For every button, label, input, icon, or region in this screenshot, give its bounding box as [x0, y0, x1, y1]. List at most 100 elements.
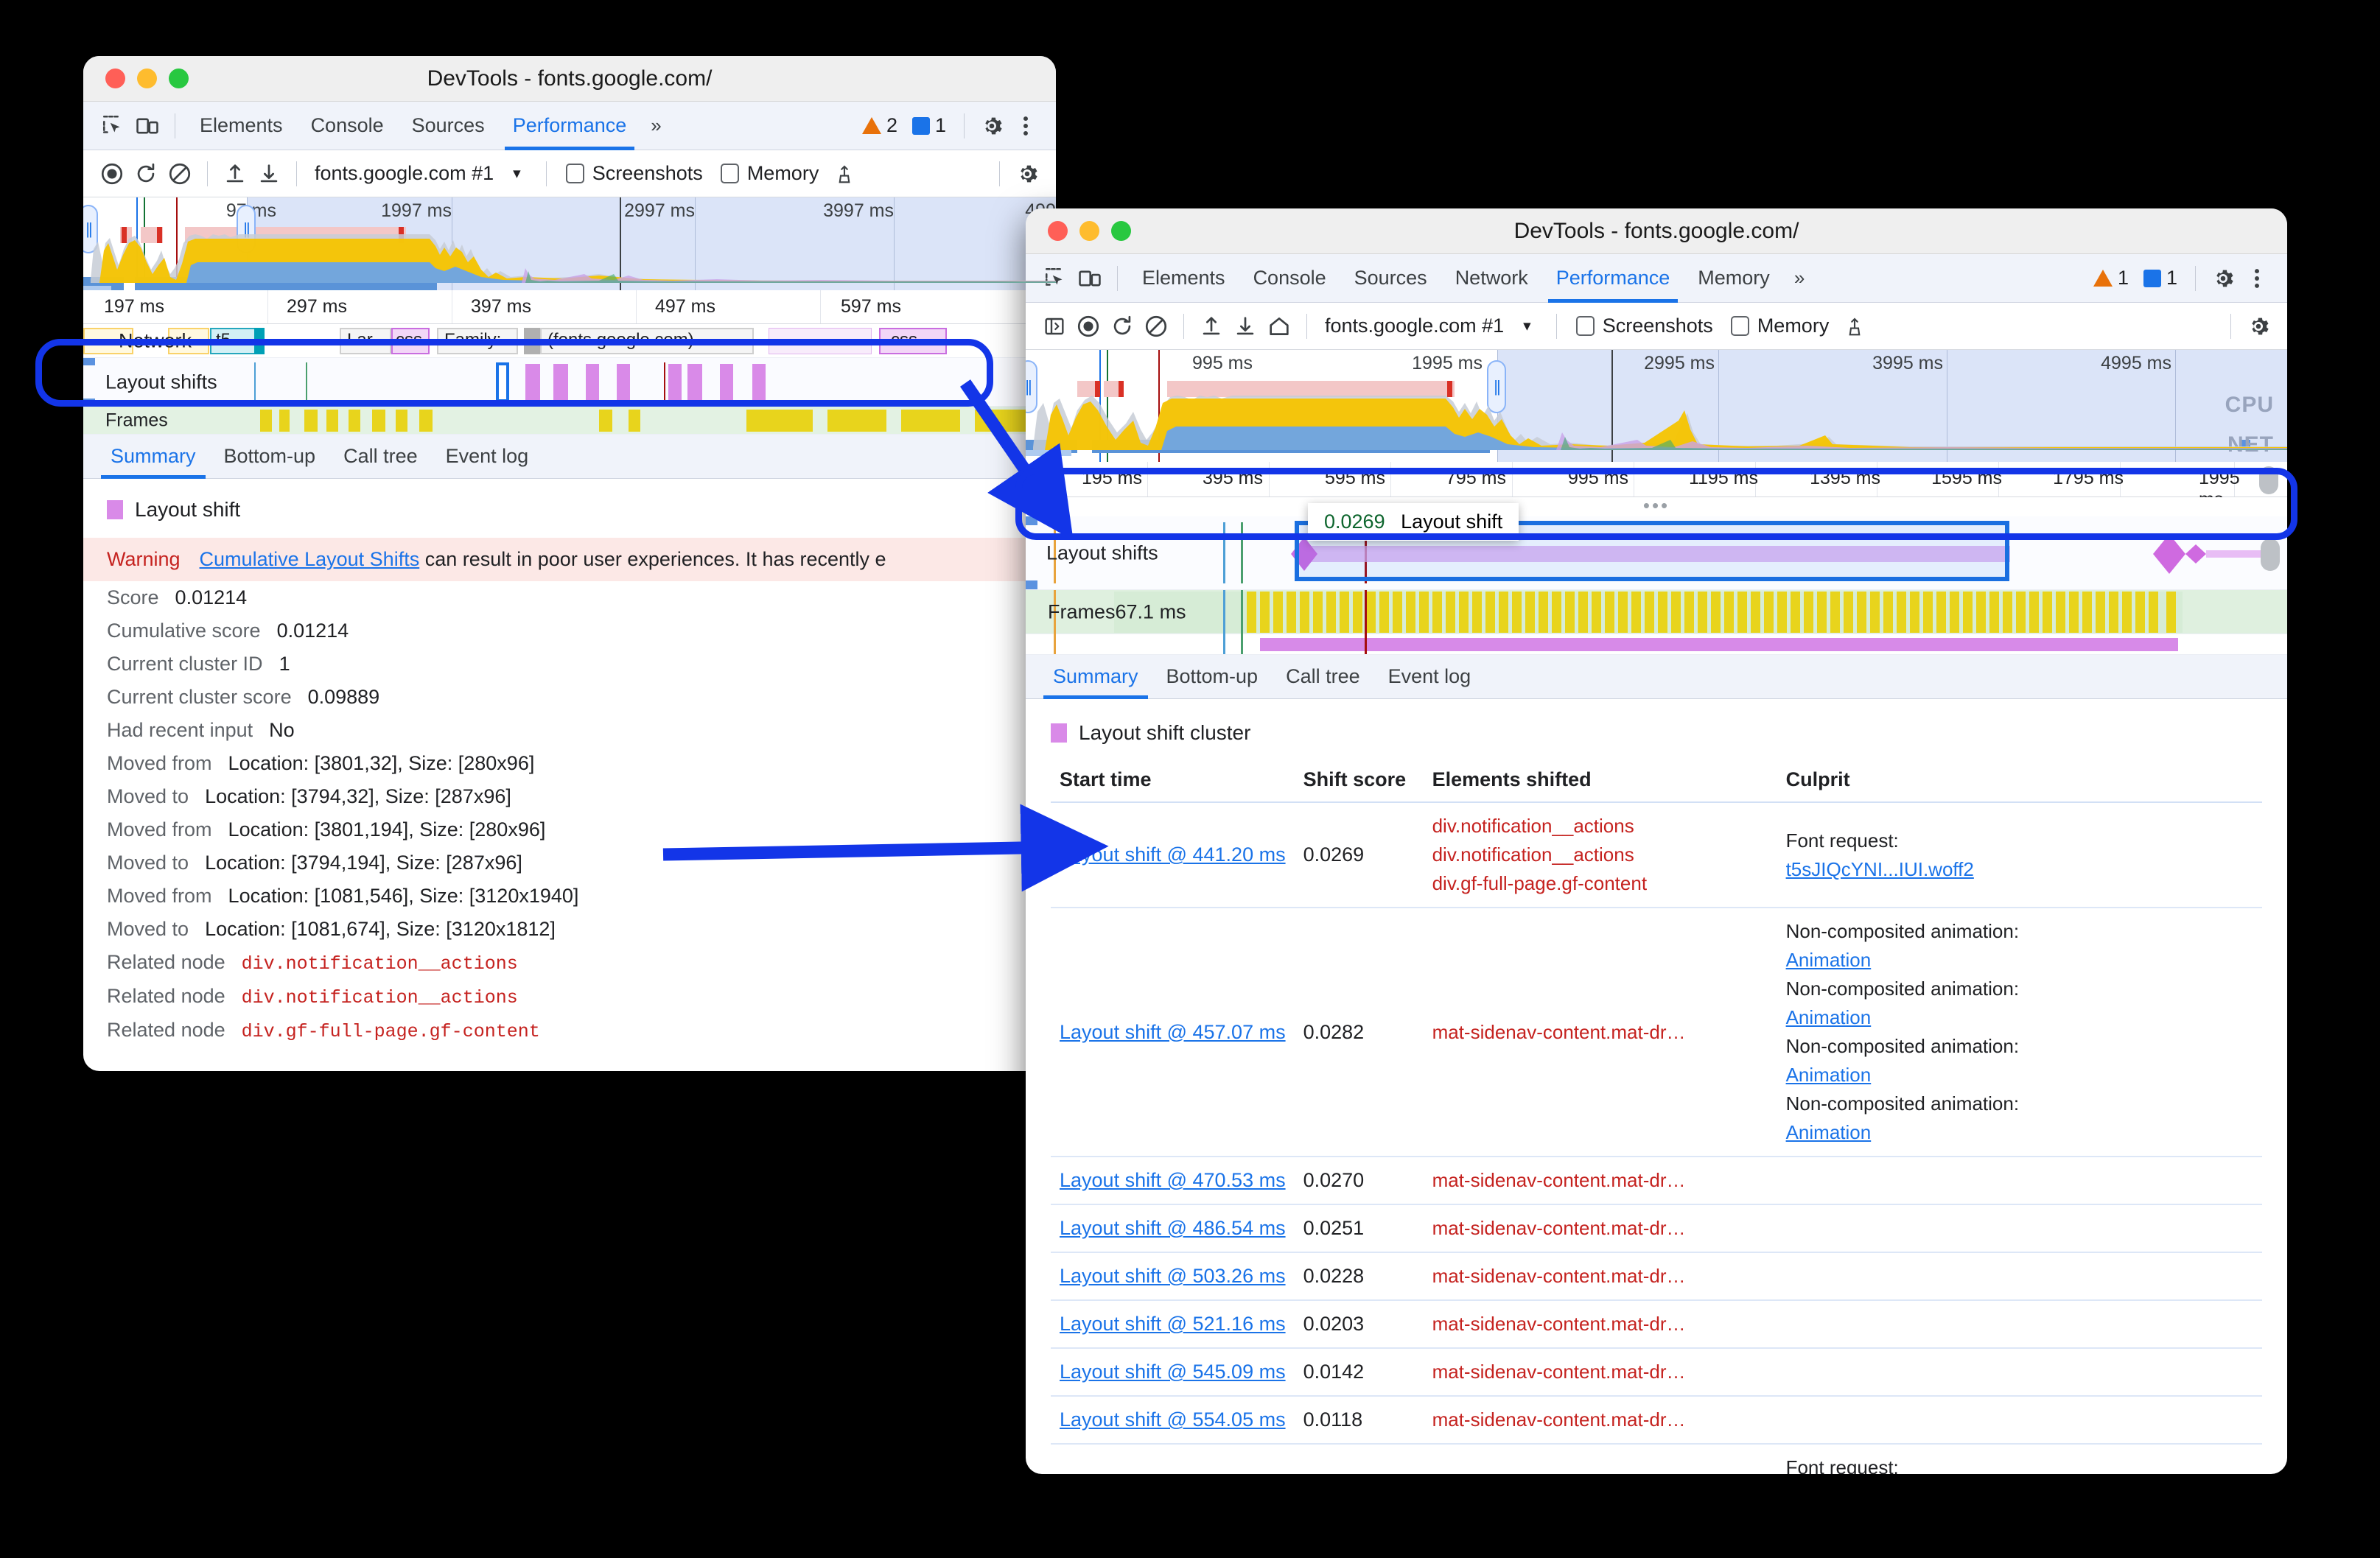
overview-right-handle[interactable]: ||	[1487, 360, 1506, 413]
layout-shift-link[interactable]: Layout shift @ 545.09 ms	[1060, 1361, 1286, 1383]
tab-memory[interactable]: Memory	[1684, 254, 1784, 303]
layout-shift-link[interactable]: Layout shift @ 470.53 ms	[1060, 1169, 1286, 1191]
chevron-down-icon[interactable]: ▾	[1511, 317, 1546, 335]
tab-performance[interactable]: Performance	[1542, 254, 1684, 303]
tab-summary[interactable]: Summary	[97, 435, 210, 479]
layout-shift-bar[interactable]	[668, 364, 682, 401]
layout-shift-bar[interactable]	[525, 364, 540, 401]
table-row[interactable]: Layout shift @ 570.53 ms 0.0083 mat-sidena…	[1051, 1444, 2262, 1474]
screenshots-checkbox[interactable]: Screenshots	[557, 162, 712, 185]
minimize-window-button[interactable]	[1079, 221, 1099, 241]
culprit-animation-link[interactable]: Animation	[1786, 1121, 1872, 1143]
info-badge[interactable]: 1	[905, 114, 953, 137]
shifted-element[interactable]: mat-sidenav-content.mat-dr…	[1432, 1214, 1768, 1243]
left-layout-shifts-track[interactable]: Layout shifts	[83, 358, 1056, 407]
reload-and-record-icon[interactable]	[1105, 309, 1139, 343]
memory-checkbox[interactable]: Memory	[1722, 315, 1838, 337]
device-toolbar-icon[interactable]	[1073, 262, 1107, 295]
more-options-kebab-icon[interactable]	[1009, 109, 1043, 143]
table-row[interactable]: Layout shift @ 521.16 ms 0.0203 mat-sidena…	[1051, 1300, 2262, 1349]
record-icon[interactable]	[1071, 309, 1105, 343]
tab-console[interactable]: Console	[297, 102, 398, 150]
tab-call-tree[interactable]: Call tree	[1272, 655, 1374, 699]
layout-shift-link[interactable]: Layout shift @ 570.53 ms	[1060, 1471, 1286, 1475]
more-options-kebab-icon[interactable]	[2240, 262, 2274, 295]
chevron-down-icon[interactable]: ▾	[501, 164, 536, 183]
shifted-element[interactable]: div.notification__actions	[1432, 812, 1768, 841]
more-tabs-icon[interactable]: »	[640, 114, 670, 137]
tab-event-log[interactable]: Event log	[432, 435, 543, 479]
right-extra-track[interactable]	[1026, 634, 2287, 655]
layout-shift-bar[interactable]	[687, 364, 702, 401]
overview-left-handle[interactable]: ||	[1026, 360, 1037, 413]
tab-network[interactable]: Network	[1441, 254, 1542, 303]
table-row[interactable]: Layout shift @ 441.20 ms 0.0269 div.notifi…	[1051, 802, 2262, 908]
right-frames-track[interactable]: Frames67.1 ms	[1026, 590, 2287, 634]
culprit-font-link[interactable]: t5sJIQcYNI...IUI.woff2	[1786, 858, 1974, 880]
tab-summary[interactable]: Summary	[1039, 655, 1152, 699]
shifted-element[interactable]: mat-sidenav-content.mat-dr…	[1432, 1018, 1768, 1047]
home-icon[interactable]	[1262, 309, 1296, 343]
track-resizer[interactable]: •••	[1026, 494, 2287, 516]
tab-bottom-up[interactable]: Bottom-up	[1152, 655, 1273, 699]
settings-gear-icon[interactable]	[975, 109, 1009, 143]
reload-and-record-icon[interactable]	[129, 157, 163, 191]
right-layout-shifts-track[interactable]: Layout shifts	[1026, 516, 2287, 590]
collect-garbage-icon[interactable]	[1838, 309, 1872, 343]
minimize-window-button[interactable]	[137, 69, 157, 88]
timeline-scroll-knob[interactable]	[2259, 466, 2278, 494]
collect-garbage-icon[interactable]	[827, 157, 861, 191]
layout-shift-bar[interactable]	[553, 364, 568, 401]
tab-console[interactable]: Console	[1239, 254, 1340, 303]
layout-shift-link[interactable]: Layout shift @ 457.07 ms	[1060, 1021, 1286, 1043]
cumulative-layout-shifts-link[interactable]: Cumulative Layout Shifts	[200, 548, 420, 570]
more-tabs-icon[interactable]: »	[1784, 267, 1813, 290]
detail-row-node-value[interactable]: div.gf-full-page.gf-content	[242, 1021, 540, 1042]
maximize-window-button[interactable]	[169, 69, 189, 88]
left-frames-track[interactable]: Frames	[83, 407, 1056, 435]
detail-row-node-value[interactable]: div.notification__actions	[242, 987, 518, 1008]
layout-shift-link[interactable]: Layout shift @ 554.05 ms	[1060, 1408, 1286, 1431]
info-badge[interactable]: 1	[2136, 267, 2185, 290]
clear-icon[interactable]	[163, 157, 197, 191]
settings-gear-icon[interactable]	[2206, 262, 2240, 295]
layout-shift-bar[interactable]	[752, 364, 766, 401]
table-row[interactable]: Layout shift @ 486.54 ms 0.0251 mat-sidena…	[1051, 1204, 2262, 1253]
record-icon[interactable]	[95, 157, 129, 191]
right-timeline-overview[interactable]: 995 ms 1995 ms 2995 ms 3995 ms 4995 ms C…	[1026, 350, 2287, 462]
layout-shift-link[interactable]: Layout shift @ 486.54 ms	[1060, 1217, 1286, 1239]
table-row[interactable]: Layout shift @ 470.53 ms 0.0270 mat-sidena…	[1051, 1157, 2262, 1205]
tab-elements[interactable]: Elements	[186, 102, 297, 150]
table-row[interactable]: Layout shift @ 503.26 ms 0.0228 mat-sidena…	[1051, 1252, 2262, 1301]
upload-profile-icon[interactable]	[218, 157, 252, 191]
table-row[interactable]: Layout shift @ 457.07 ms 0.0282 mat-sidena…	[1051, 908, 2262, 1157]
shifted-element[interactable]: mat-sidenav-content.mat-dr…	[1432, 1468, 1768, 1475]
toggle-sidebar-icon[interactable]	[1037, 309, 1071, 343]
close-window-button[interactable]	[1048, 221, 1068, 241]
recording-selector-label[interactable]: fonts.google.com #1	[307, 162, 501, 185]
left-timeline-overview[interactable]: 97 ms 1997 ms 2997 ms 3997 ms 499 || ||	[83, 197, 1056, 290]
capture-settings-gear-icon[interactable]	[1010, 157, 1044, 191]
upload-profile-icon[interactable]	[1194, 309, 1228, 343]
culprit-animation-link[interactable]: Animation	[1786, 1006, 1872, 1028]
inspect-element-icon[interactable]	[1039, 262, 1073, 295]
warning-badge[interactable]: 2	[855, 114, 905, 137]
layout-shift-link[interactable]: Layout shift @ 521.16 ms	[1060, 1313, 1286, 1335]
close-window-button[interactable]	[105, 69, 125, 88]
detail-row-node-value[interactable]: div.notification__actions	[242, 953, 518, 975]
culprit-animation-link[interactable]: Animation	[1786, 1064, 1872, 1086]
shifted-element[interactable]: mat-sidenav-content.mat-dr…	[1432, 1310, 1768, 1338]
layout-shift-link[interactable]: Layout shift @ 503.26 ms	[1060, 1265, 1286, 1287]
left-network-track[interactable]: Network t5... Lar... css... Family:... (…	[83, 324, 1056, 358]
device-toolbar-icon[interactable]	[130, 109, 164, 143]
shifted-element[interactable]: mat-sidenav-content.mat-dr…	[1432, 1166, 1768, 1195]
layout-shift-bar[interactable]	[586, 364, 599, 401]
track-scroll-knob[interactable]	[2261, 538, 2280, 571]
download-profile-icon[interactable]	[1228, 309, 1262, 343]
screenshots-checkbox[interactable]: Screenshots	[1567, 315, 1722, 337]
shifted-element[interactable]: mat-sidenav-content.mat-dr…	[1432, 1358, 1768, 1386]
shifted-element[interactable]: div.notification__actions	[1432, 841, 1768, 869]
layout-shift-bar[interactable]	[617, 364, 630, 401]
capture-settings-gear-icon[interactable]	[2241, 309, 2275, 343]
table-row[interactable]: Layout shift @ 554.05 ms 0.0118 mat-sidena…	[1051, 1396, 2262, 1445]
